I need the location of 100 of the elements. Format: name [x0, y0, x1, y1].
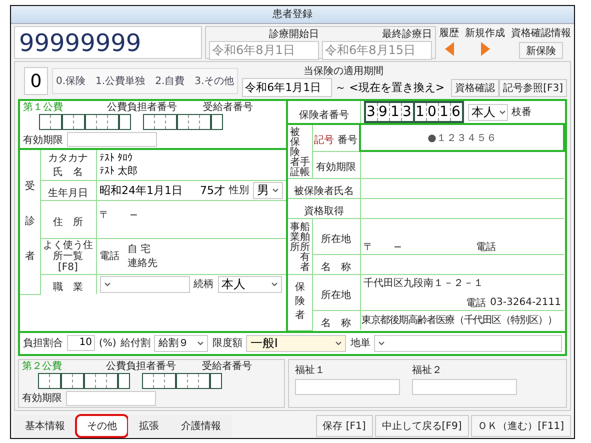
insurance-type-field[interactable]: 0	[24, 67, 48, 95]
field-label: 有効期限	[316, 162, 356, 174]
kana-name-text: ﾃｽﾄ ﾀﾛｳ	[100, 152, 134, 165]
side-label: 保険者	[294, 281, 305, 324]
expiry-field[interactable]	[67, 132, 157, 147]
name-text: ﾃｽﾄ 太郎	[100, 164, 139, 178]
symbol-number-text: ●１２３４５６	[426, 132, 498, 145]
field-label: 連絡先	[128, 256, 158, 270]
field-label: 電話	[100, 250, 120, 263]
side-label: 船舶所有者	[300, 223, 310, 273]
window-title: 患者登録	[11, 6, 574, 24]
side-label: 被保険者証	[290, 128, 300, 178]
date-field[interactable]: 令和6年8月15日	[322, 41, 432, 60]
unit-text: (%)	[99, 338, 116, 348]
local-select[interactable]	[374, 334, 562, 352]
tab[interactable]: 拡張	[128, 414, 170, 436]
patient-id: 99999999	[14, 26, 202, 59]
recipient-number-field[interactable]	[143, 114, 223, 130]
field-label: 枝番	[512, 106, 532, 119]
insurer-address-text: 千代田区九段南１－２－１	[364, 276, 484, 290]
limit-select[interactable]: 一般Ⅰ	[246, 334, 346, 352]
field-label: 福祉１	[295, 364, 326, 376]
field-label: 公費負担者番号	[107, 102, 177, 114]
field-label: 電話	[476, 240, 496, 254]
field-label: 名 称	[321, 262, 351, 273]
field-label: 自 宅	[128, 242, 152, 256]
tab[interactable]: 介護情報	[170, 414, 232, 436]
payer-number-field[interactable]	[38, 372, 130, 388]
period-end-text: <現在を置き換え>	[349, 80, 445, 95]
section-title: 第１公費	[23, 102, 63, 114]
field-label: 資格取得	[304, 206, 344, 217]
field-label: 当保険の適用期間	[303, 64, 384, 78]
field-label: 続柄	[194, 278, 214, 292]
age-text: 75才	[200, 182, 225, 198]
relation-select[interactable]: 本人	[218, 276, 282, 293]
field-label: 受給者番号	[203, 102, 253, 114]
caret-icon	[335, 340, 342, 346]
field-label: 限度額	[212, 336, 242, 350]
birth-date-text: 昭和24年1月1日	[100, 182, 182, 198]
side-label: 事業所	[290, 223, 300, 253]
field-label: 電話	[466, 296, 486, 310]
welfare-field[interactable]	[295, 378, 400, 394]
field-label: 氏 名	[52, 166, 84, 179]
field-label: 所在地	[321, 234, 351, 245]
field-label: 所在地	[321, 290, 351, 301]
insurer-name-text: 東京都後期高齢者医療（千代田区（特別区））	[362, 315, 558, 326]
field-label: 診療開始日	[268, 29, 319, 41]
field-label: 被保険者氏名	[294, 186, 354, 197]
payer-number-field[interactable]	[39, 114, 131, 130]
field-label: 住 所	[53, 216, 83, 228]
welfare-field[interactable]	[412, 378, 517, 394]
shortcut-text: [F8]	[57, 262, 79, 272]
date-field[interactable]: 令和6年8月1日	[209, 41, 319, 60]
postal-code-text: 〒 −	[364, 241, 402, 254]
insurance-type-options: 0.保険 1.公費単独 2.自費 3.その他	[52, 68, 238, 94]
section-title: 第２公費	[22, 360, 62, 372]
address-list-label: よく使う住所一覧	[42, 240, 94, 262]
benefit-select[interactable]: 給割９	[154, 334, 208, 352]
field-label: 保険者番号	[298, 110, 349, 120]
caret-icon	[378, 340, 386, 346]
field-label: カタカナ	[47, 152, 89, 165]
nav-label: 履歴	[439, 27, 459, 40]
period-start-field[interactable]: 令和6年1月1日	[242, 78, 332, 97]
field-label: 番号	[337, 135, 358, 146]
tab[interactable]: その他	[76, 414, 128, 436]
caret-icon	[197, 340, 204, 346]
right-arrow-icon[interactable]	[480, 42, 490, 56]
caret-icon	[270, 282, 278, 287]
expiry-field[interactable]	[66, 390, 156, 406]
field-label: 記号	[314, 135, 334, 146]
insurer-phone-text: 03-3264-2111	[490, 297, 561, 308]
burden-ratio-field[interactable]: 10	[67, 335, 95, 351]
insured-type-select[interactable]: 本人	[468, 104, 508, 120]
toolbar-button[interactable]: 資格確認	[451, 79, 500, 97]
new-insurance-button[interactable]: 新保険	[519, 42, 563, 59]
side-label: 手帳	[300, 158, 310, 178]
left-arrow-icon[interactable]	[444, 42, 454, 56]
toolbar-button[interactable]: 記号参照[F3]	[499, 79, 567, 97]
side-label: 受診者	[24, 180, 35, 264]
field-label: 最終診療日	[381, 29, 432, 41]
caret-icon	[498, 110, 506, 114]
field-label: 名 称	[321, 318, 351, 329]
action-button[interactable]: ＯＫ（進む）[F11]	[470, 414, 571, 436]
recipient-number-field[interactable]	[142, 372, 222, 388]
field-label: 公費負担者番号	[106, 360, 176, 372]
field-label: 職 業	[53, 282, 83, 293]
postal-code-text: 〒 −	[100, 210, 138, 220]
sex-select[interactable]: 男	[253, 182, 283, 198]
field-label: 給付割	[120, 336, 150, 350]
field-label: 福祉２	[412, 364, 443, 376]
field-label: 受給者番号	[202, 360, 252, 372]
field-label: 性別	[229, 184, 249, 197]
tilde-text: ～	[335, 80, 346, 95]
caret-icon	[104, 282, 110, 287]
tab[interactable]: 基本情報	[14, 414, 76, 436]
nav-label: 新規作成	[465, 26, 505, 40]
action-button[interactable]: 中止して戻る[F9]	[374, 414, 469, 436]
occupation-select[interactable]	[100, 276, 190, 293]
action-button[interactable]: 保存 [F1]	[316, 414, 373, 436]
caret-icon	[272, 188, 279, 192]
